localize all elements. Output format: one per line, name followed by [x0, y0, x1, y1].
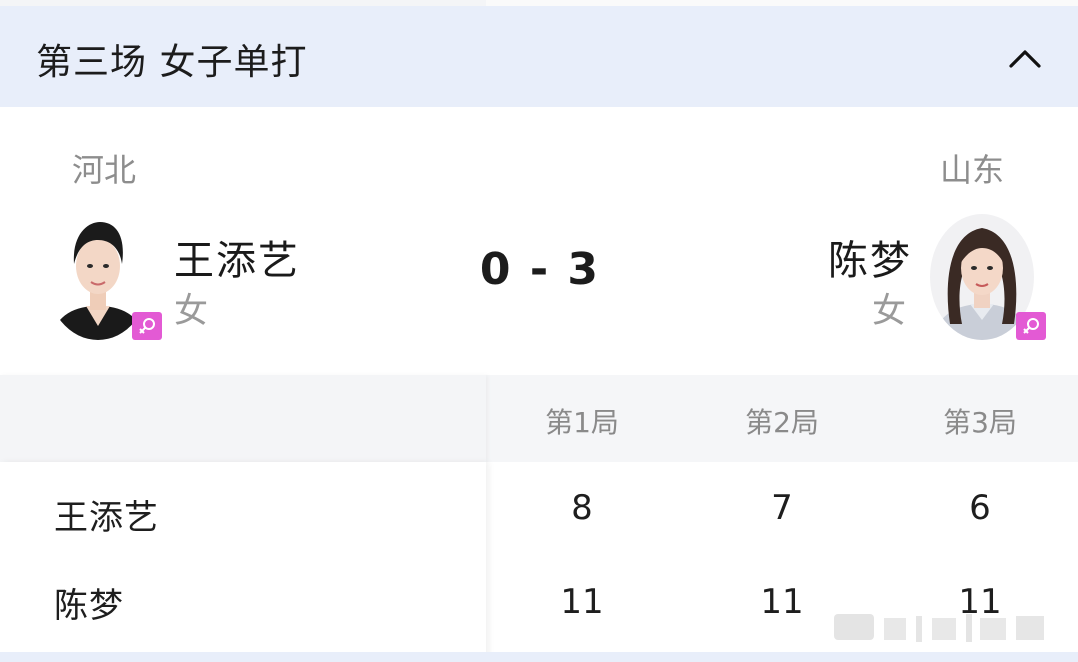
scoreboard-row-player: 陈梦 [54, 586, 124, 626]
left-gender-badge [132, 312, 162, 340]
game-score-cell: 7 [771, 488, 793, 528]
match-score: 0 - 3 [479, 244, 601, 295]
collapse-button[interactable] [1000, 36, 1050, 80]
scoreboard-header-name-column [0, 375, 486, 462]
game-column-header: 第3局 [943, 406, 1017, 439]
match-header[interactable]: 第三场 女子单打 [0, 6, 1078, 107]
game-column-header: 第2局 [745, 406, 819, 439]
female-icon [139, 318, 155, 334]
game-score-cell: 11 [560, 582, 604, 622]
left-team-name: 河北 [72, 151, 137, 189]
chevron-up-icon [1009, 50, 1041, 68]
game-column-header: 第1局 [545, 406, 619, 439]
game-score-cell: 8 [571, 488, 593, 528]
left-player-gender: 女 [174, 291, 208, 331]
watermark-logo [830, 608, 1060, 646]
female-icon [1023, 318, 1039, 334]
bottom-divider [0, 652, 1078, 662]
right-gender-badge [1016, 312, 1046, 340]
match-card: 第三场 女子单打 河北 山东 王添艺 女 0 - 3 陈梦 女 第1局 第2局 … [0, 0, 1078, 662]
right-player-name[interactable]: 陈梦 [828, 228, 912, 286]
game-score-cell: 6 [969, 488, 991, 528]
right-player-gender: 女 [872, 291, 906, 331]
scoreboard-row-player: 王添艺 [54, 498, 159, 538]
right-team-name: 山东 [940, 151, 1005, 189]
match-title: 第三场 女子单打 [36, 42, 308, 83]
left-player-name[interactable]: 王添艺 [174, 228, 300, 286]
